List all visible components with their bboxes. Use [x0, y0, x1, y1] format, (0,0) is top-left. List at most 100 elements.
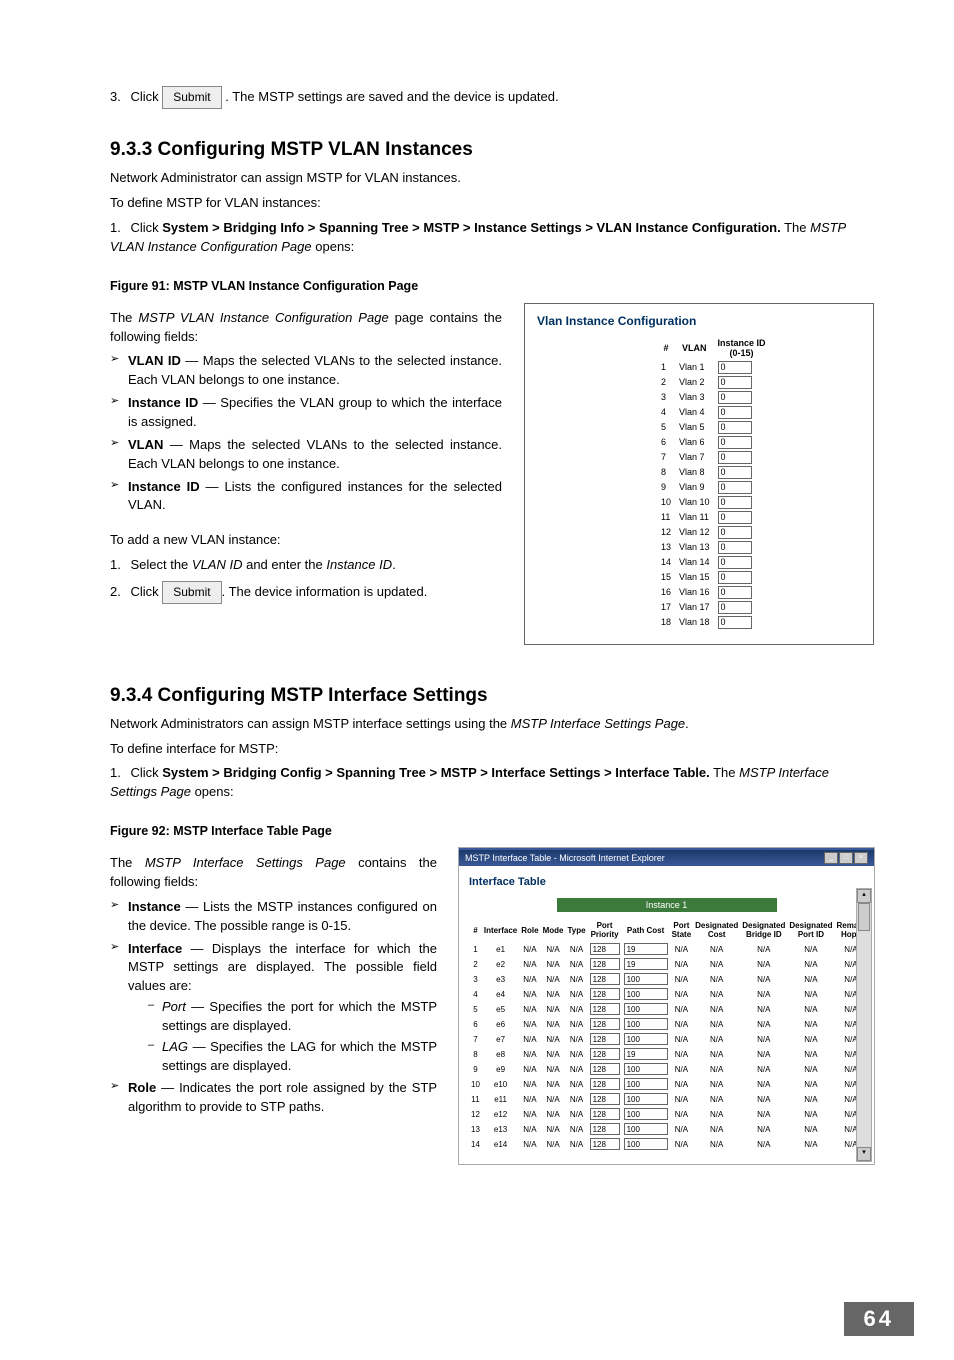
port-priority-input[interactable] [590, 1078, 620, 1090]
intro-933: Network Administrator can assign MSTP fo… [110, 169, 874, 188]
submit-button[interactable]: Submit [162, 86, 221, 109]
table-row: 16Vlan 16 [657, 585, 770, 600]
table-row: 5e5N/AN/AN/AN/AN/AN/AN/AN/A [469, 1002, 867, 1017]
port-priority-input[interactable] [590, 1033, 620, 1045]
step-933-1: 1. Click System > Bridging Info > Spanni… [110, 219, 874, 257]
table-row: 13Vlan 13 [657, 540, 770, 555]
step-3: 3. Click Submit . The MSTP settings are … [110, 86, 874, 109]
instance-bar: Instance 1 [557, 898, 777, 912]
port-priority-input[interactable] [590, 988, 620, 1000]
bullet: Instance ID — Specifies the VLAN group t… [110, 394, 502, 432]
path-cost-input[interactable] [624, 1018, 668, 1030]
instance-id-input[interactable] [718, 616, 752, 629]
instance-id-input[interactable] [718, 556, 752, 569]
instance-id-input[interactable] [718, 391, 752, 404]
bullet: VLAN — Maps the selected VLANs to the se… [110, 436, 502, 474]
path-cost-input[interactable] [624, 973, 668, 985]
table-row: 5Vlan 5 [657, 420, 770, 435]
path-cost-input[interactable] [624, 1108, 668, 1120]
bullet: Role — Indicates the port role assigned … [110, 1079, 437, 1117]
col-inst: Instance ID (0-15) [714, 338, 770, 360]
bullet: Interface — Displays the interface for w… [110, 940, 437, 1076]
scrollbar[interactable]: ▴ ▾ [856, 888, 872, 1162]
path-cost-input[interactable] [624, 1063, 668, 1075]
instance-id-input[interactable] [718, 586, 752, 599]
close-icon[interactable]: × [854, 852, 868, 864]
port-priority-input[interactable] [590, 958, 620, 970]
table-row: 13e13N/AN/AN/AN/AN/AN/AN/AN/A [469, 1122, 867, 1137]
step-post: . The MSTP settings are saved and the de… [225, 89, 558, 104]
minimize-icon[interactable]: _ [824, 852, 838, 864]
port-priority-input[interactable] [590, 1003, 620, 1015]
port-priority-input[interactable] [590, 1123, 620, 1135]
intro-934: Network Administrators can assign MSTP i… [110, 715, 874, 734]
instance-id-input[interactable] [718, 526, 752, 539]
path-cost-input[interactable] [624, 1003, 668, 1015]
instance-id-input[interactable] [718, 571, 752, 584]
instance-id-input[interactable] [718, 466, 752, 479]
port-priority-input[interactable] [590, 1138, 620, 1150]
path-cost-input[interactable] [624, 1123, 668, 1135]
vlan-instance-panel: Vlan Instance Configuration # VLAN Insta… [524, 303, 874, 645]
table-row: 6Vlan 6 [657, 435, 770, 450]
scroll-up-icon[interactable]: ▴ [857, 889, 871, 903]
table-row: 8Vlan 8 [657, 465, 770, 480]
path-cost-input[interactable] [624, 958, 668, 970]
submit-button[interactable]: Submit [162, 581, 221, 604]
add-lead: To add a new VLAN instance: [110, 531, 502, 550]
interface-table-title: Interface Table [469, 876, 864, 888]
instance-id-input[interactable] [718, 451, 752, 464]
table-row: 11e11N/AN/AN/AN/AN/AN/AN/AN/A [469, 1092, 867, 1107]
instance-id-input[interactable] [718, 541, 752, 554]
path-cost-input[interactable] [624, 1138, 668, 1150]
path-cost-input[interactable] [624, 943, 668, 955]
port-priority-input[interactable] [590, 1108, 620, 1120]
table-row: 18Vlan 18 [657, 615, 770, 630]
bullet: VLAN ID — Maps the selected VLANs to the… [110, 352, 502, 390]
table-row: 3Vlan 3 [657, 390, 770, 405]
path-cost-input[interactable] [624, 1048, 668, 1060]
instance-id-input[interactable] [718, 376, 752, 389]
step-pre: Click [130, 89, 162, 104]
add-step-1: 1. Select the VLAN ID and enter the Inst… [110, 556, 502, 575]
page-number: 64 [844, 1302, 914, 1336]
path-cost-input[interactable] [624, 1078, 668, 1090]
instance-id-input[interactable] [718, 601, 752, 614]
path-cost-input[interactable] [624, 988, 668, 1000]
port-priority-input[interactable] [590, 973, 620, 985]
desc-934: The MSTP Interface Settings Page contain… [110, 854, 437, 892]
step-934-1: 1. Click System > Bridging Config > Span… [110, 764, 874, 802]
instance-id-input[interactable] [718, 511, 752, 524]
table-row: 4e4N/AN/AN/AN/AN/AN/AN/AN/A [469, 987, 867, 1002]
port-priority-input[interactable] [590, 943, 620, 955]
bullet: Instance — Lists the MSTP instances conf… [110, 898, 437, 936]
instance-id-input[interactable] [718, 496, 752, 509]
interface-table: #InterfaceRoleModeTypePort PriorityPath … [469, 920, 867, 1152]
path-cost-input[interactable] [624, 1093, 668, 1105]
instance-id-input[interactable] [718, 406, 752, 419]
table-row: 12Vlan 12 [657, 525, 770, 540]
port-priority-input[interactable] [590, 1048, 620, 1060]
table-row: 8e8N/AN/AN/AN/AN/AN/AN/AN/A [469, 1047, 867, 1062]
table-row: 1Vlan 1 [657, 360, 770, 375]
sub-bullet: LAG — Specifies the LAG for which the MS… [148, 1038, 437, 1076]
instance-id-input[interactable] [718, 421, 752, 434]
bullets-934: Instance — Lists the MSTP instances conf… [110, 898, 437, 1117]
table-row: 10e10N/AN/AN/AN/AN/AN/AN/AN/A [469, 1077, 867, 1092]
vlan-table: # VLAN Instance ID (0-15) 1Vlan 12Vlan 2… [657, 338, 770, 630]
path-cost-input[interactable] [624, 1033, 668, 1045]
maximize-icon[interactable]: □ [839, 852, 853, 864]
scroll-thumb[interactable] [858, 903, 870, 931]
table-row: 2Vlan 2 [657, 375, 770, 390]
port-priority-input[interactable] [590, 1063, 620, 1075]
instance-id-input[interactable] [718, 481, 752, 494]
port-priority-input[interactable] [590, 1093, 620, 1105]
fig91-caption: Figure 91: MSTP VLAN Instance Configurat… [110, 279, 874, 293]
table-row: 7e7N/AN/AN/AN/AN/AN/AN/AN/A [469, 1032, 867, 1047]
scroll-down-icon[interactable]: ▾ [857, 1147, 871, 1161]
instance-id-input[interactable] [718, 436, 752, 449]
instance-id-input[interactable] [718, 361, 752, 374]
port-priority-input[interactable] [590, 1018, 620, 1030]
table-row: 12e12N/AN/AN/AN/AN/AN/AN/AN/A [469, 1107, 867, 1122]
table-row: 9e9N/AN/AN/AN/AN/AN/AN/AN/A [469, 1062, 867, 1077]
